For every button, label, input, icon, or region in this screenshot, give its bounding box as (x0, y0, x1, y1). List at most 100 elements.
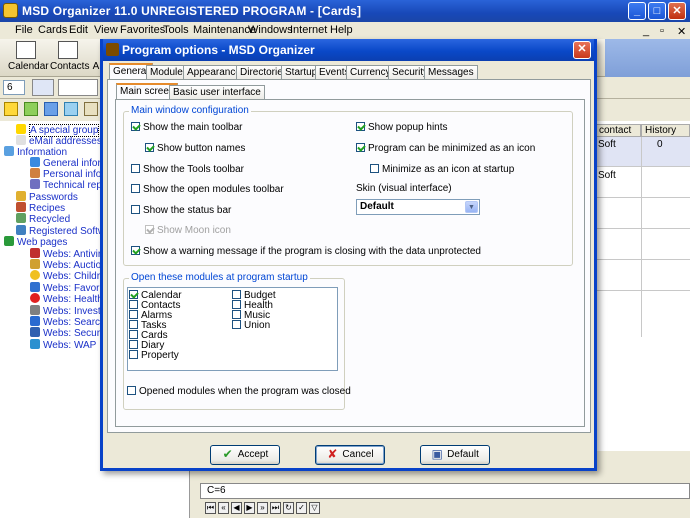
mdi-minimize-icon[interactable]: _ (643, 25, 649, 37)
show-moon-icon-checkbox[interactable]: Show Moon icon (145, 225, 231, 236)
skin-label: Skin (visual interface) (356, 183, 452, 194)
tree-item[interactable]: Webs: Security (30, 327, 110, 339)
module-union-checkbox[interactable]: Union (232, 320, 270, 331)
first-record-button[interactable]: ⏮ (205, 502, 216, 514)
menu-windows[interactable]: Windows (248, 24, 293, 36)
dialog-title: Program options - MSD Organizer (122, 43, 315, 57)
menu-maintenance[interactable]: Maintenance (193, 24, 256, 36)
skin-select[interactable]: Default ▼ (356, 199, 480, 215)
recipe-icon (16, 202, 26, 212)
email-icon (16, 135, 26, 145)
default-button[interactable]: ▣ Default (420, 445, 490, 465)
star-icon (16, 124, 26, 134)
list-icon[interactable] (84, 102, 98, 116)
module-property-checkbox[interactable]: Property (129, 350, 179, 361)
security-icon (30, 327, 40, 337)
startup-modules-group: Open these modules at program startup Ca… (123, 272, 351, 410)
record-navigator: ⏮ « ◀ ▶ » ⏭ ↻ ✓ ▽ (195, 500, 690, 518)
minimize-as-icon-checkbox[interactable]: Program can be minimized as an icon (356, 143, 535, 154)
tree-view-icon[interactable] (32, 79, 54, 96)
apply-button[interactable]: ✓ (296, 502, 307, 514)
chevron-down-icon[interactable]: ▼ (465, 201, 478, 213)
column-header-contact[interactable]: contact (595, 124, 641, 137)
startup-modules-list: Calendar Contacts Alarms Tasks Cards Dia… (127, 287, 338, 371)
new-folder-icon[interactable] (4, 102, 18, 116)
auction-icon (30, 259, 40, 269)
main-screen-panel: Main window configuration Show the main … (115, 99, 585, 427)
menu-view[interactable]: View (94, 24, 118, 36)
mdi-close-icon[interactable]: ✕ (677, 25, 686, 38)
show-warning-checkbox[interactable]: Show a warning message if the program is… (131, 246, 481, 257)
dialog-title-bar[interactable]: Program options - MSD Organizer ✕ (103, 39, 594, 61)
table-row[interactable] (595, 261, 690, 291)
show-tools-toolbar-checkbox[interactable]: Show the Tools toolbar (131, 164, 244, 175)
menu-file[interactable]: File (15, 24, 33, 36)
contacts-icon (58, 41, 78, 59)
menu-edit[interactable]: Edit (69, 24, 88, 36)
record-field[interactable]: 6 (3, 80, 25, 95)
cards-grid: contact History Soft 0 Soft (595, 121, 690, 451)
table-row[interactable] (595, 230, 690, 260)
prev-record-button[interactable]: ◀ (231, 502, 242, 514)
subtab-basic-user-interface[interactable]: Basic user interface (169, 85, 265, 99)
show-status-bar-checkbox[interactable]: Show the status bar (131, 205, 231, 216)
opened-modules-checkbox[interactable]: Opened modules when the program was clos… (127, 386, 351, 397)
show-button-names-checkbox[interactable]: Show button names (145, 143, 245, 154)
show-open-modules-toolbar-checkbox[interactable]: Show the open modules toolbar (131, 184, 284, 195)
startup-modules-label: Open these modules at program startup (129, 272, 310, 283)
report-icon (30, 179, 40, 189)
menu-cards[interactable]: Cards (38, 24, 67, 36)
tree-item[interactable]: Webs: Children (30, 270, 111, 282)
calendar-icon (16, 41, 36, 59)
menu-favorites[interactable]: Favorites (120, 24, 165, 36)
contacts-toolbar-button[interactable]: Contacts (50, 41, 89, 72)
mdi-restore-icon[interactable]: ▫ (660, 25, 664, 37)
next-page-button[interactable]: » (257, 502, 268, 514)
dialog-close-button[interactable]: ✕ (573, 41, 591, 59)
close-button[interactable]: ✕ (668, 2, 686, 20)
menu-internet[interactable]: Internet (290, 24, 327, 36)
investment-icon (30, 305, 40, 315)
toolbar-right-area (605, 39, 690, 77)
minimize-at-startup-checkbox[interactable]: Minimize as an icon at startup (370, 164, 514, 175)
column-header-history[interactable]: History (641, 124, 690, 137)
edit-icon[interactable] (24, 102, 38, 116)
main-title-bar[interactable]: MSD Organizer 11.0 UNREGISTERED PROGRAM … (0, 0, 690, 22)
table-row[interactable]: Soft 0 (595, 137, 690, 167)
search-icon (30, 316, 40, 326)
a-toolbar-button[interactable]: A (92, 41, 100, 72)
accept-button[interactable]: ✔ Accept (210, 445, 280, 465)
maximize-button[interactable]: □ (648, 2, 666, 20)
program-options-dialog: Program options - MSD Organizer ✕ Genera… (100, 39, 597, 471)
show-popup-hints-checkbox[interactable]: Show popup hints (356, 122, 448, 133)
search-field[interactable] (58, 79, 98, 96)
main-window-configuration-group: Main window configuration Show the main … (123, 105, 573, 266)
default-icon: ▣ (431, 447, 443, 461)
table-icon[interactable] (64, 102, 78, 116)
info-icon (30, 157, 40, 167)
key-icon (16, 191, 26, 201)
tree-item[interactable]: Webs: Health (30, 293, 103, 305)
prev-page-button[interactable]: « (218, 502, 229, 514)
menu-help[interactable]: Help (330, 24, 353, 36)
table-row[interactable] (595, 199, 690, 229)
dialog-app-icon (106, 43, 119, 56)
filter-button[interactable]: ▽ (309, 502, 320, 514)
tree-item[interactable]: Webs: WAP (30, 339, 96, 351)
menu-tools[interactable]: Tools (163, 24, 189, 36)
heart-icon (30, 293, 40, 303)
next-record-button[interactable]: ▶ (244, 502, 255, 514)
tab-messages[interactable]: Messages (424, 65, 478, 79)
checkmark-icon: ✔ (222, 447, 233, 461)
cancel-button[interactable]: ✘ Cancel (315, 445, 385, 465)
tree-item[interactable]: Web pages (4, 236, 67, 248)
show-main-toolbar-checkbox[interactable]: Show the main toolbar (131, 122, 243, 133)
wap-icon (30, 339, 40, 349)
calendar-toolbar-button[interactable]: Calendar (8, 41, 49, 72)
table-row[interactable]: Soft (595, 168, 690, 198)
last-record-button[interactable]: ⏭ (270, 502, 281, 514)
tree-item[interactable]: Recycled (16, 213, 70, 225)
minimize-button[interactable]: _ (628, 2, 646, 20)
refresh-button[interactable]: ↻ (283, 502, 294, 514)
add-icon[interactable] (44, 102, 58, 116)
